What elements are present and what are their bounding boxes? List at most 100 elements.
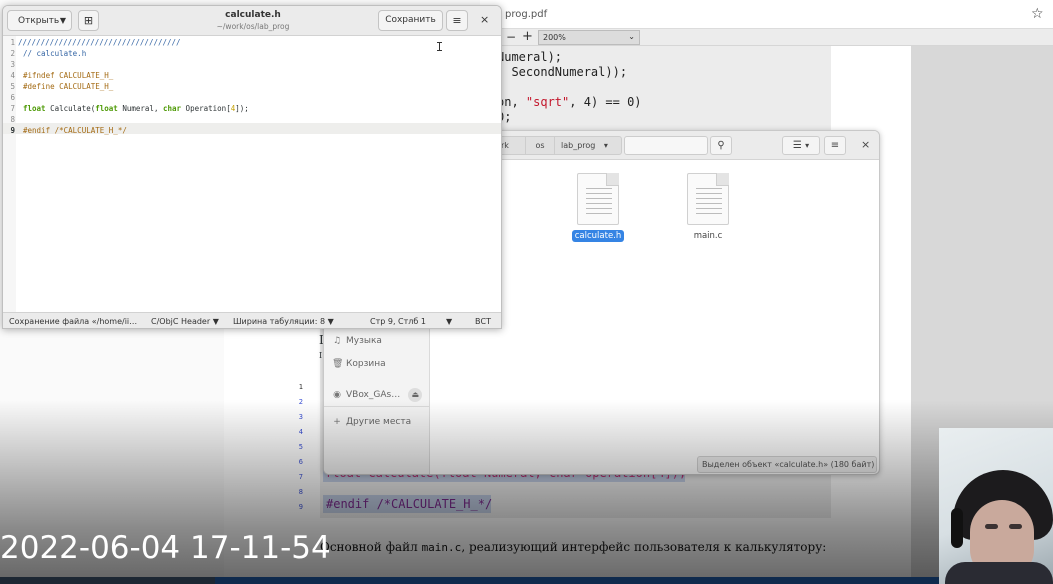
- list-view-icon: ☰: [792, 140, 802, 151]
- pdf-line-number: 2: [298, 398, 303, 406]
- chevron-down-icon: ▾: [603, 141, 608, 150]
- open-button[interactable]: Открыть ▼: [7, 10, 72, 31]
- code-line[interactable]: #ifndef CALCULATE_H_: [23, 71, 113, 80]
- search-icon: ⚲: [717, 140, 725, 151]
- line-number: 7: [10, 104, 15, 113]
- text-file-icon: [577, 173, 619, 225]
- taskbar-apps: [215, 577, 940, 584]
- bookmark-star-icon[interactable]: ☆: [1031, 6, 1044, 22]
- path-bar-space: [624, 136, 708, 155]
- pdf-line-number: 5: [298, 443, 303, 451]
- line-number: 4: [10, 71, 15, 80]
- pdf-paragraph: Основной файл main.c, реализующий интерф…: [320, 540, 827, 554]
- sidebar-item-label: VBox_GAs…: [346, 390, 401, 400]
- pdf-code-line: on, "sqrt", 4) == 0): [497, 95, 642, 109]
- chevron-down-icon: ▾: [805, 141, 810, 150]
- zoom-select[interactable]: 200% ⌄: [538, 30, 640, 45]
- trash-icon: 🗑: [332, 359, 344, 369]
- chevron-down-icon[interactable]: ▼: [446, 317, 452, 326]
- breadcrumb-label: lab_prog: [561, 141, 596, 150]
- selection-status: Выделен объект «calculate.h» (180 байт): [697, 456, 877, 473]
- mouse-ibeam-cursor: [437, 42, 442, 51]
- line-number: 5: [10, 82, 15, 91]
- file-item[interactable]: main.c: [678, 173, 738, 242]
- zoom-out-icon[interactable]: −: [506, 30, 516, 44]
- view-options-button[interactable]: ☰ ▾: [782, 136, 820, 155]
- pdf-listing-line: #endif /*CALCULATE_H_*/: [326, 497, 493, 511]
- pdf-line-number: 9: [298, 503, 303, 511]
- pdf-line-number: 8: [298, 488, 303, 496]
- sidebar-item-other-locations[interactable]: + Другие места: [332, 417, 411, 427]
- eject-icon[interactable]: ⏏: [408, 388, 423, 402]
- editor-header-bar: Открыть ▼ ⊞ calculate.h ~/work/os/lab_pro…: [3, 6, 501, 36]
- sidebar-divider: [324, 406, 430, 407]
- open-label: Открыть: [18, 16, 60, 26]
- line-number-current: 9: [10, 126, 15, 135]
- cursor-position: Стр 9, Стлб 1: [370, 317, 426, 326]
- pdf-address-bar: [480, 0, 1053, 29]
- text-file-icon: [687, 173, 729, 225]
- code-line[interactable]: // calculate.h: [23, 49, 86, 58]
- close-icon[interactable]: ×: [861, 138, 870, 151]
- line-number: 6: [10, 93, 15, 102]
- zoom-in-icon[interactable]: +: [522, 29, 533, 44]
- code-line[interactable]: #define CALCULATE_H_: [23, 82, 113, 91]
- webcam-person-shirt: [945, 562, 1053, 584]
- menu-button[interactable]: ≡: [824, 136, 846, 155]
- hamburger-icon: ≡: [452, 14, 462, 27]
- new-document-button[interactable]: ⊞: [78, 10, 99, 31]
- tab-width-selector[interactable]: Ширина табуляции: 8 ▼: [233, 317, 334, 326]
- code-line[interactable]: ////////////////////////////////////: [18, 38, 181, 47]
- tab-width-label: Ширина табуляции: 8: [233, 317, 326, 326]
- recording-timestamp: 2022-06-04 17-11-54: [0, 530, 331, 566]
- pdf-code-line: SecondNumeral));: [497, 65, 628, 79]
- pdf-text-fragment: I: [319, 351, 323, 360]
- breadcrumb-item[interactable]: os: [525, 136, 555, 155]
- new-tab-icon: ⊞: [83, 14, 94, 27]
- line-number: 3: [10, 60, 15, 69]
- webcam-headset: [951, 508, 963, 548]
- pdf-line-number: 3: [298, 413, 303, 421]
- text-editor-window: Открыть ▼ ⊞ calculate.h ~/work/os/lab_pro…: [2, 5, 502, 329]
- pdf-line-number: 6: [298, 458, 303, 466]
- webcam-person-eye: [985, 524, 998, 529]
- pdf-code-line: Numeral);: [497, 50, 563, 64]
- insert-mode: ВСТ: [475, 317, 491, 326]
- sidebar-item-label: Музыка: [346, 336, 382, 346]
- pdf-line-number: 7: [298, 473, 303, 481]
- sidebar-item-trash[interactable]: 🗑 Корзина: [332, 359, 386, 369]
- line-number: 8: [10, 115, 15, 124]
- sidebar-item-label: Другие места: [346, 417, 412, 427]
- pdf-line-number: 4: [298, 428, 303, 436]
- sidebar-item-label: Корзина: [346, 359, 386, 369]
- breadcrumb-item[interactable]: lab_prog ▾: [554, 136, 622, 155]
- sidebar-item-music[interactable]: ♫ Музыка: [332, 336, 382, 346]
- line-number: 2: [10, 49, 15, 58]
- zoom-value: 200%: [543, 33, 566, 42]
- line-number: 1: [10, 38, 15, 47]
- code-line[interactable]: float Calculate(float Numeral, char Oper…: [23, 104, 249, 113]
- hamburger-icon: ≡: [830, 140, 840, 151]
- drive-icon: ◉: [333, 390, 341, 400]
- sidebar-item-vbox[interactable]: ◉ VBox_GAs… ⏏: [332, 388, 423, 402]
- status-message: Сохранение файла «/home/ii…: [9, 317, 138, 326]
- plus-icon: +: [333, 417, 341, 427]
- document-path: ~/work/os/lab_prog: [216, 22, 290, 31]
- webcam-person-eye: [1009, 524, 1022, 529]
- chevron-down-icon: ▼: [59, 16, 66, 25]
- close-icon[interactable]: ×: [480, 13, 489, 26]
- search-button[interactable]: ⚲: [710, 136, 732, 155]
- chevron-down-icon: ▼: [327, 317, 334, 326]
- file-name: calculate.h: [571, 230, 625, 242]
- chevron-down-icon: ⌄: [628, 32, 635, 41]
- file-name: main.c: [693, 231, 723, 241]
- code-line[interactable]: #endif /*CALCULATE_H_*/: [23, 126, 127, 135]
- pdf-url-text[interactable]: prog.pdf: [505, 9, 547, 20]
- music-icon: ♫: [332, 336, 342, 346]
- language-selector[interactable]: C/ObjC Header ▼: [151, 317, 219, 326]
- menu-button[interactable]: ≡: [446, 10, 468, 31]
- document-title: calculate.h: [225, 10, 281, 20]
- file-item-selected[interactable]: calculate.h: [568, 173, 628, 242]
- save-button[interactable]: Сохранить: [378, 10, 443, 31]
- language-label: C/ObjC Header: [151, 317, 211, 326]
